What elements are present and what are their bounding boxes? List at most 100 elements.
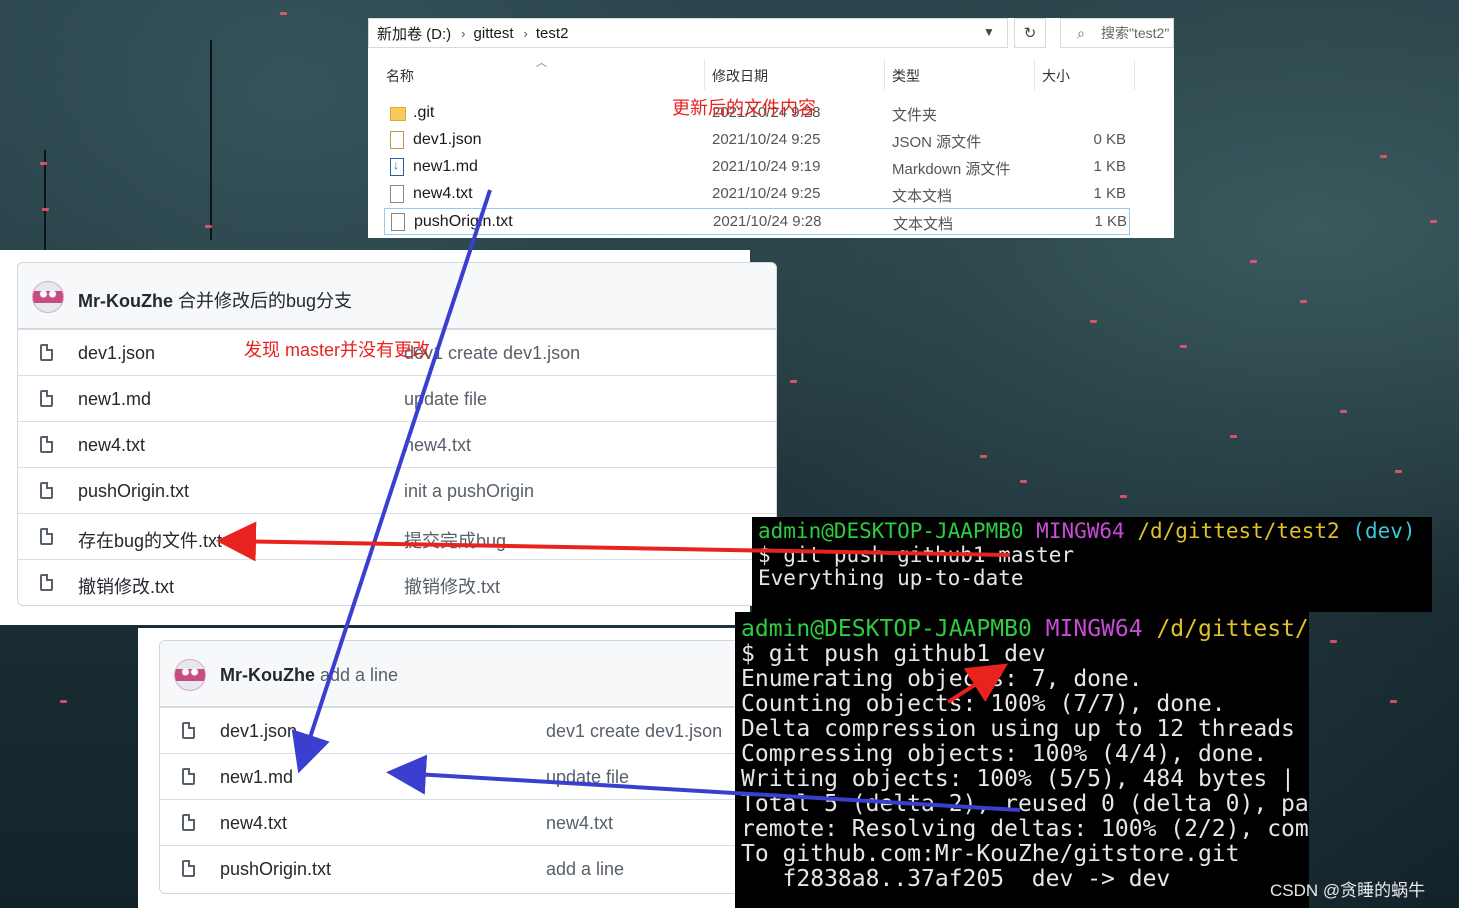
folder-icon: [390, 107, 406, 121]
table-row: 撤销修改.txt 撤销修改.txt: [18, 559, 776, 605]
commit-link[interactable]: add a line: [546, 859, 624, 880]
file-link[interactable]: 撤销修改.txt: [78, 573, 174, 599]
file-date: 2021/10/24 9:19: [712, 158, 821, 175]
column-header-date[interactable]: 修改日期: [712, 66, 768, 86]
commit-link[interactable]: init a pushOrigin: [404, 481, 534, 502]
terminal-output-line: Writing objects: 100% (5/5), 484 bytes |: [741, 766, 1295, 792]
column-header-type[interactable]: 类型: [892, 66, 920, 86]
table-row: new4.txt new4.txt: [18, 421, 776, 467]
commit-link[interactable]: update file: [404, 389, 487, 410]
terminal-push-master[interactable]: admin@DESKTOP-JAAPMB0 MINGW64 /d/gittest…: [752, 517, 1432, 612]
refresh-button[interactable]: ↻: [1014, 18, 1046, 48]
file-link[interactable]: dev1.json: [220, 721, 297, 742]
file-size: 1 KB: [1093, 185, 1126, 202]
file-name: new1.md: [413, 158, 478, 175]
latest-commit-header: Mr-KouZhe 合并修改后的bug分支: [18, 263, 776, 329]
watermark: CSDN @贪睡的蜗牛: [1270, 881, 1426, 900]
terminal-command: $ git push github1 dev: [741, 641, 1046, 667]
file-icon: [40, 574, 53, 591]
file-explorer-window: 新加卷 (D:) › gittest › test2 ▼ ↻ ⌕ 搜索"test…: [368, 18, 1174, 238]
file-row-pushorigin-txt[interactable]: pushOrigin.txt 2021/10/24 9:28 文本文档 1 KB: [384, 208, 1130, 235]
sort-up-icon: ︿: [536, 57, 547, 69]
file-icon: [40, 344, 53, 361]
file-date: 2021/10/24 9:25: [712, 185, 821, 202]
commit-link[interactable]: new4.txt: [546, 813, 613, 834]
commit-author[interactable]: Mr-KouZhe: [220, 665, 315, 685]
annotation-master-unchanged: 发现 master并没有更改: [244, 340, 431, 360]
json-file-icon: [390, 131, 404, 149]
breadcrumb-test2[interactable]: test2: [528, 25, 569, 42]
commit-link[interactable]: dev1 create dev1.json: [404, 343, 580, 364]
terminal-prompt: admin@DESKTOP-JAAPMB0 MINGW64 /d/gittest…: [741, 616, 1309, 642]
github-file-list: Mr-KouZhe 合并修改后的bug分支 dev1.json dev1 cre…: [17, 262, 777, 606]
column-header-name[interactable]: 名称: [386, 66, 414, 86]
file-link[interactable]: new4.txt: [220, 813, 287, 834]
commit-link[interactable]: 提交完成bug: [404, 527, 506, 553]
column-divider[interactable]: [704, 60, 705, 90]
file-icon: [182, 814, 195, 831]
search-icon: ⌕: [1077, 24, 1085, 41]
file-row-new1-md[interactable]: new1.md 2021/10/24 9:19 Markdown 源文件 1 K…: [384, 154, 1130, 181]
github-file-list: Mr-KouZhe add a line dev1.json dev1 crea…: [159, 640, 779, 894]
address-bar[interactable]: 新加卷 (D:) › gittest › test2 ▼: [368, 18, 1008, 48]
file-name: pushOrigin.txt: [414, 213, 513, 230]
file-link[interactable]: new4.txt: [78, 435, 145, 456]
terminal-push-dev[interactable]: admin@DESKTOP-JAAPMB0 MINGW64 /d/gittest…: [735, 612, 1309, 908]
avatar[interactable]: [32, 281, 64, 313]
file-link[interactable]: 存在bug的文件.txt: [78, 527, 222, 553]
breadcrumb-drive[interactable]: 新加卷 (D:): [369, 23, 451, 44]
file-name: new4.txt: [413, 185, 473, 202]
file-size: 1 KB: [1093, 158, 1126, 175]
commit-link[interactable]: update file: [546, 767, 629, 788]
column-divider[interactable]: [1134, 60, 1135, 90]
avatar[interactable]: [174, 659, 206, 691]
file-icon: [40, 482, 53, 499]
commit-author[interactable]: Mr-KouZhe: [78, 291, 173, 311]
file-icon: [40, 436, 53, 453]
column-divider[interactable]: [1034, 60, 1035, 90]
github-dev-panel: Mr-KouZhe add a line dev1.json dev1 crea…: [138, 628, 779, 908]
file-type: Markdown 源文件: [892, 161, 1011, 178]
search-input[interactable]: ⌕ 搜索"test2": [1060, 18, 1174, 48]
chevron-right-icon: ›: [523, 25, 528, 41]
file-size: 1 KB: [1094, 213, 1127, 230]
file-type: 文本文档: [892, 188, 953, 205]
commit-message[interactable]: 合并修改后的bug分支: [178, 291, 352, 311]
markdown-file-icon: [390, 158, 404, 176]
table-row: dev1.json dev1 create dev1.json: [160, 707, 778, 753]
file-date: 2021/10/24 9:25: [712, 131, 821, 148]
github-master-panel: Mr-KouZhe 合并修改后的bug分支 dev1.json dev1 cre…: [0, 250, 777, 625]
latest-commit-header: Mr-KouZhe add a line: [160, 641, 778, 707]
text-file-icon: [390, 185, 404, 203]
terminal-output-line: Counting objects: 100% (7/7), done.: [741, 691, 1226, 717]
file-type: 文本文档: [893, 216, 954, 233]
table-row: 存在bug的文件.txt 提交完成bug: [18, 513, 776, 559]
file-type: 文件夹: [892, 107, 938, 124]
file-icon: [40, 528, 53, 545]
file-link[interactable]: pushOrigin.txt: [220, 859, 331, 880]
terminal-output-line: Total 5 (delta 2), reused 0 (delta 0), p…: [741, 791, 1309, 817]
commit-message[interactable]: add a line: [320, 665, 398, 685]
commit-link[interactable]: dev1 create dev1.json: [546, 721, 722, 742]
annotation-updated-content: 更新后的文件内容: [672, 98, 816, 118]
file-icon: [182, 768, 195, 785]
file-icon: [182, 860, 195, 877]
file-row-new4-txt[interactable]: new4.txt 2021/10/24 9:25 文本文档 1 KB: [384, 181, 1130, 208]
terminal-prompt: admin@DESKTOP-JAAPMB0 MINGW64 /d/gittest…: [758, 519, 1416, 543]
terminal-output-line: Enumerating objects: 7, done.: [741, 666, 1143, 692]
table-row: new4.txt new4.txt: [160, 799, 778, 845]
breadcrumb-gittest[interactable]: gittest: [466, 25, 514, 42]
chevron-down-icon[interactable]: ▼: [983, 25, 995, 39]
column-divider[interactable]: [884, 60, 885, 90]
commit-link[interactable]: new4.txt: [404, 435, 471, 456]
column-header-size[interactable]: 大小: [1042, 66, 1070, 86]
file-link[interactable]: pushOrigin.txt: [78, 481, 189, 502]
file-link[interactable]: new1.md: [78, 389, 151, 410]
file-row-dev1-json[interactable]: dev1.json 2021/10/24 9:25 JSON 源文件 0 KB: [384, 127, 1130, 154]
file-link[interactable]: new1.md: [220, 767, 293, 788]
file-name: .git: [413, 104, 435, 121]
terminal-output-line: To github.com:Mr-KouZhe/gitstore.git: [741, 841, 1240, 867]
commit-link[interactable]: 撤销修改.txt: [404, 573, 500, 599]
latest-commit-title: Mr-KouZhe add a line: [220, 665, 398, 686]
file-link[interactable]: dev1.json: [78, 343, 155, 364]
